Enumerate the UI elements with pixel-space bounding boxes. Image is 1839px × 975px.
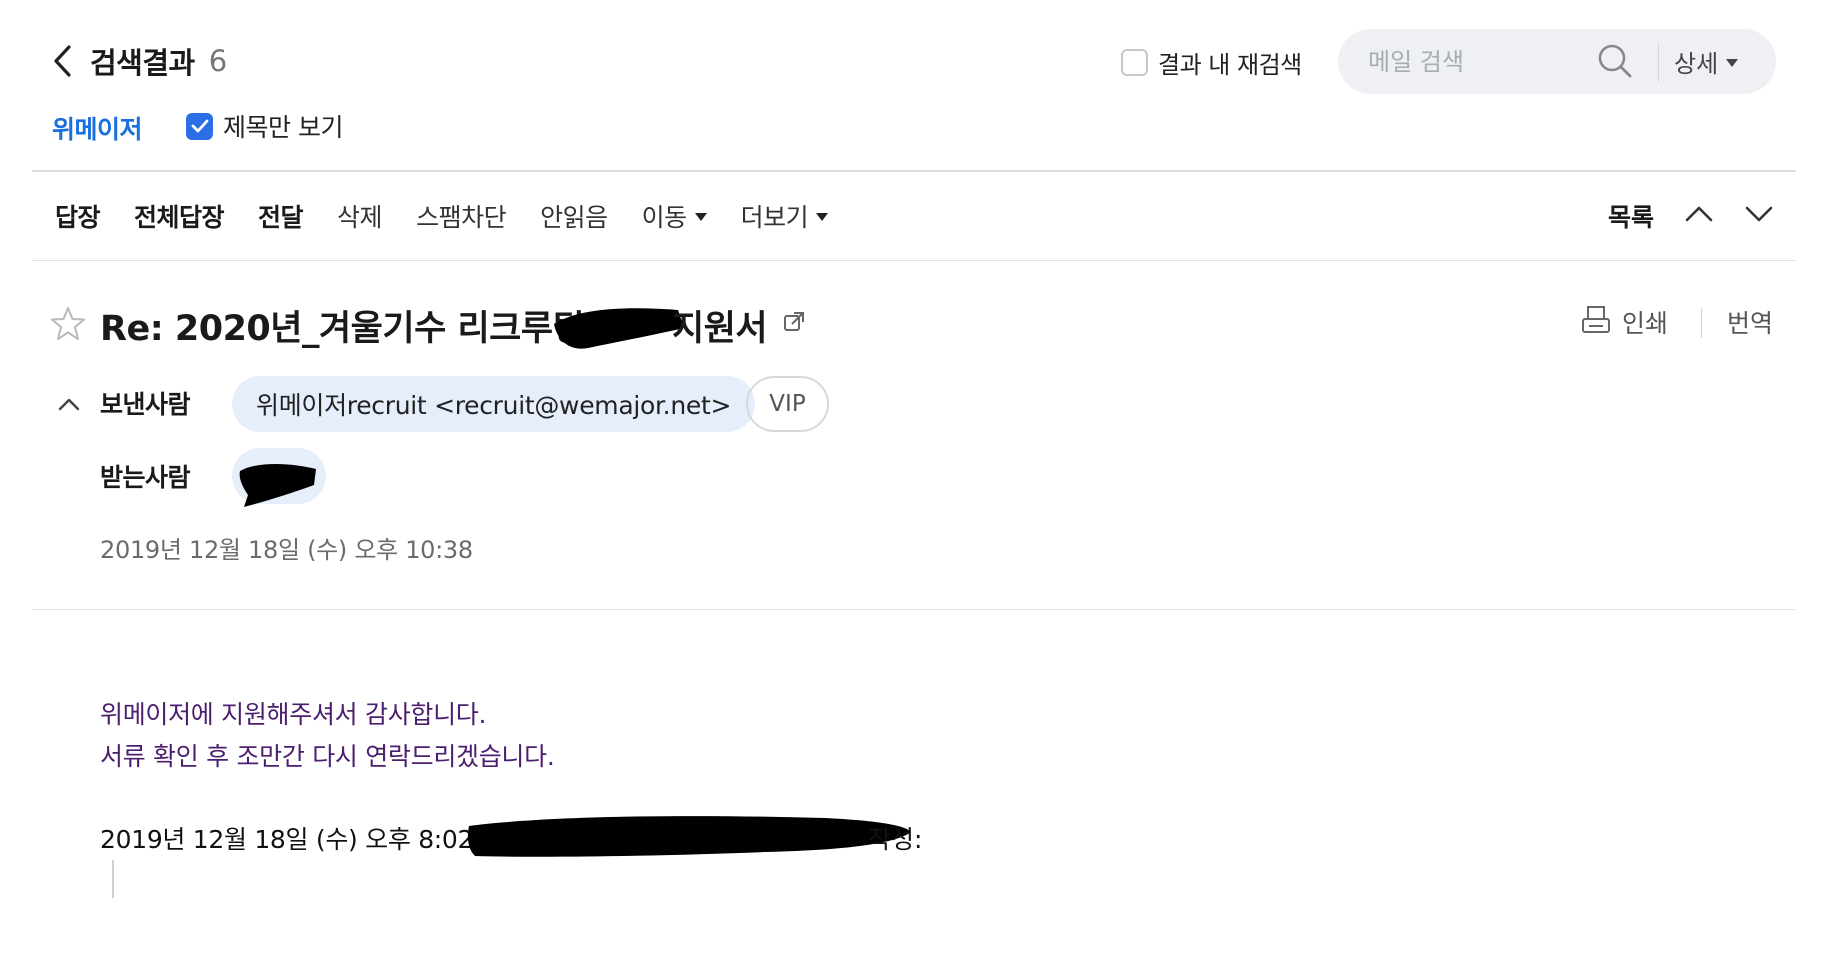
- caret-down-icon: [1726, 58, 1739, 67]
- header-divider: [32, 170, 1796, 172]
- forward-button[interactable]: 전달: [258, 198, 304, 234]
- search-divider: [1658, 42, 1659, 82]
- more-label: 더보기: [740, 203, 809, 232]
- back-chevron-icon[interactable]: [52, 44, 72, 78]
- folder-link[interactable]: 위메이저: [52, 110, 143, 146]
- reply-button[interactable]: 답장: [55, 198, 101, 234]
- to-label: 받는사람: [100, 463, 191, 492]
- caret-down-icon: [694, 213, 707, 221]
- list-button[interactable]: 목록: [1608, 198, 1654, 234]
- re-search-toggle[interactable]: 결과 내 재검색: [1121, 46, 1302, 79]
- subject-only-label: 제목만 보기: [223, 113, 343, 142]
- sent-date: 2019년 12월 18일 (수) 오후 10:38: [100, 536, 473, 564]
- body-divider: [32, 609, 1796, 610]
- delete-button[interactable]: 삭제: [337, 198, 383, 234]
- check-icon[interactable]: [186, 112, 213, 140]
- vip-button[interactable]: VIP: [746, 376, 829, 432]
- detail-label: 상세: [1674, 50, 1719, 78]
- more-dropdown[interactable]: 더보기: [741, 198, 829, 234]
- quote-header: 2019년 12월 18일 (수) 오후 8:02,: [100, 825, 481, 854]
- chevron-up-icon[interactable]: [58, 396, 80, 415]
- body-line: 서류 확인 후 조만간 다시 연락드리겠습니다.: [100, 742, 555, 771]
- results-title: 검색결과: [90, 46, 195, 80]
- chevron-up-icon[interactable]: [1684, 205, 1714, 227]
- mail-search-box: 상세: [1338, 29, 1776, 94]
- translate-button[interactable]: 번역: [1727, 304, 1773, 340]
- search-results-header: 검색결과 6: [52, 40, 227, 82]
- mail-view: 검색결과 6 결과 내 재검색 상세 위메이저 제목만 보기 답장 전체답장 전…: [0, 0, 1839, 975]
- quote-header-suffix: 작성:: [868, 825, 923, 854]
- print-label: 인쇄: [1622, 309, 1669, 338]
- redaction-mark: [239, 464, 316, 507]
- sender-chip[interactable]: 위메이저recruit <recruit@wemajor.net>: [232, 376, 756, 432]
- chevron-down-icon[interactable]: [1744, 205, 1774, 227]
- redaction-mark: [467, 816, 911, 857]
- reply-all-button[interactable]: 전체답장: [134, 198, 225, 234]
- mail-subject-suffix: 지원서: [672, 309, 768, 349]
- results-count: 6: [208, 44, 228, 78]
- move-dropdown[interactable]: 이동: [642, 198, 707, 234]
- detail-search-dropdown[interactable]: 상세: [1674, 29, 1739, 94]
- star-icon[interactable]: [50, 306, 86, 346]
- print-button[interactable]: 인쇄: [1580, 304, 1668, 340]
- toolbar-right: 목록: [1608, 196, 1774, 236]
- search-icon[interactable]: [1596, 42, 1634, 84]
- body-line: 위메이저에 지원해주셔서 감사합니다.: [100, 700, 487, 729]
- from-label: 보낸사람: [100, 390, 191, 419]
- subject-only-toggle[interactable]: 제목만 보기: [186, 110, 343, 142]
- redaction-mark: [554, 308, 684, 349]
- spam-block-button[interactable]: 스팸차단: [416, 198, 507, 234]
- printer-icon: [1580, 304, 1612, 340]
- move-label: 이동: [641, 203, 688, 232]
- toolbar-divider: [32, 260, 1796, 261]
- external-link-icon[interactable]: [782, 310, 806, 338]
- search-input[interactable]: [1368, 47, 1588, 76]
- re-search-checkbox[interactable]: [1121, 48, 1148, 76]
- quote-bar: [112, 860, 114, 898]
- mark-unread-button[interactable]: 안읽음: [540, 198, 608, 234]
- mail-subject: Re: 2020년_겨울기수 리크루팅: [100, 309, 585, 349]
- mail-toolbar: 답장 전체답장 전달 삭제 스팸차단 안읽음 이동 더보기: [55, 196, 862, 236]
- action-divider: [1701, 308, 1702, 338]
- caret-down-icon: [816, 213, 829, 221]
- re-search-label: 결과 내 재검색: [1158, 50, 1302, 79]
